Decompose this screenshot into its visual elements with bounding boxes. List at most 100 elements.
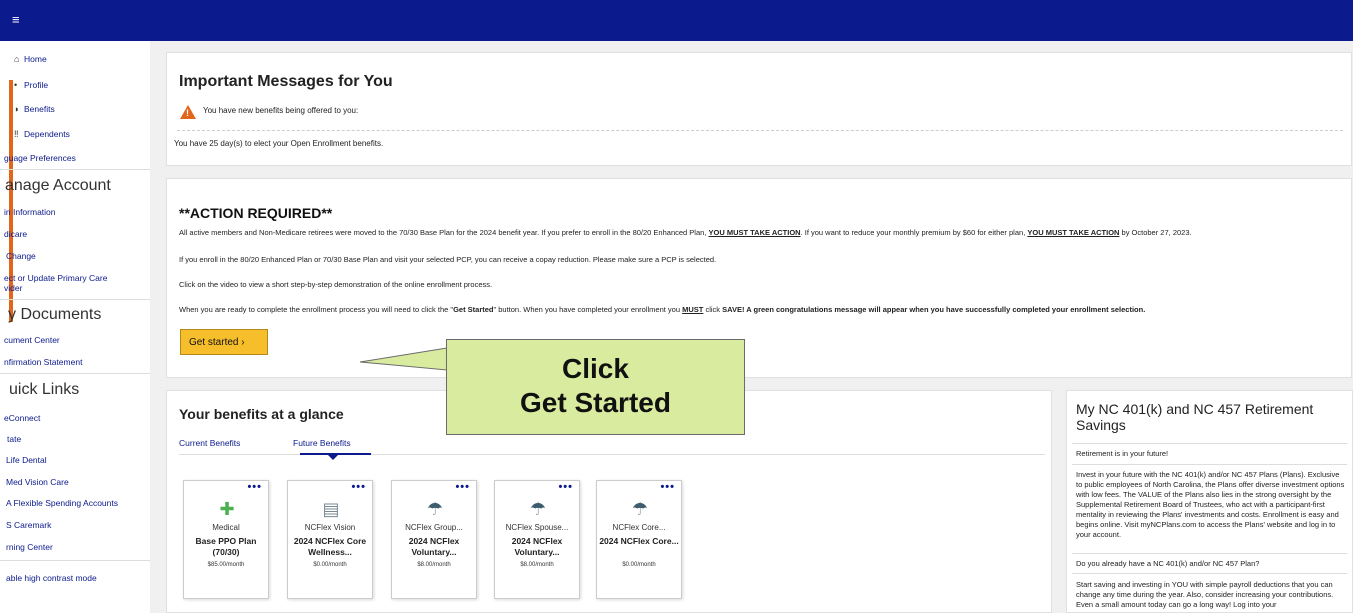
eye-chart-icon: ▤ [322, 499, 340, 519]
sidebar-item-label: Benefits [24, 104, 55, 114]
benefit-type: NCFlex Vision [304, 523, 356, 532]
quick-link-1[interactable]: eConnect [4, 413, 40, 423]
get-started-button[interactable]: Get started › [180, 329, 268, 355]
tab-future-benefits[interactable]: Future Benefits [293, 438, 351, 448]
action-required-card: **ACTION REQUIRED** All active members a… [166, 178, 1352, 378]
action-paragraph-4: When you are ready to complete the enrol… [179, 305, 1145, 314]
sidebar: ⌂ Home • Profile ◗ Benefits ‼ Dependents gua… [0, 41, 150, 613]
retirement-body: Invest in your future with the NC 401(k)… [1076, 470, 1345, 539]
umbrella-icon: ☂ [529, 499, 547, 519]
quick-link-6[interactable]: S Caremark [6, 520, 51, 530]
benefit-plan: 2024 NCFlex Core... [599, 536, 679, 546]
more-options-icon[interactable]: ••• [660, 481, 675, 493]
benefit-card-vision[interactable]: ••• ▤ NCFlex Vision 2024 NCFlex Core Wel… [287, 480, 373, 599]
benefit-plan: Base PPO Plan (70/30) [195, 536, 257, 557]
text: All active members and Non-Medicare reti… [179, 228, 709, 237]
benefit-price: $8.00/month [417, 562, 451, 568]
benefit-card-core[interactable]: ••• ☂ NCFlex Core... 2024 NCFlex Core...… [596, 480, 682, 599]
menu-icon[interactable]: ≡ [12, 12, 20, 27]
quick-link-5[interactable]: A Flexible Spending Accounts [6, 498, 118, 508]
sidebar-item-life-change[interactable]: Change [6, 251, 36, 261]
new-benefits-message: You have new benefits being offered to y… [203, 106, 359, 115]
my-documents-heading: y Documents [8, 306, 102, 323]
action-paragraph-1: All active members and Non-Medicare reti… [179, 228, 1192, 237]
callout-line-2: Get Started [520, 387, 671, 418]
retirement-title: My NC 401(k) and NC 457 Retirement Savin… [1076, 401, 1314, 433]
more-options-icon[interactable]: ••• [455, 481, 470, 493]
divider [0, 169, 150, 170]
divider [0, 560, 150, 561]
sidebar-item-select-pcp[interactable]: ect or Update Primary Care [4, 273, 107, 283]
benefit-plan: 2024 NCFlex Voluntary... [408, 536, 460, 557]
more-options-icon[interactable]: ••• [351, 481, 366, 493]
more-options-icon[interactable]: ••• [558, 481, 573, 493]
click-get-started-callout: Click Get Started [446, 339, 745, 435]
emphasis: MUST [682, 305, 704, 314]
quick-link-3[interactable]: Life Dental [6, 455, 47, 465]
benefit-price: $85.00/month [207, 562, 245, 568]
divider [1072, 464, 1347, 465]
retirement-savings-card: My NC 401(k) and NC 457 Retirement Savin… [1066, 390, 1353, 613]
sidebar-item-document-center[interactable]: cument Center [4, 335, 60, 345]
quick-links-heading: uick Links [9, 381, 80, 398]
important-messages-title: Important Messages for You [179, 73, 393, 90]
sidebar-item-confirmation-statement[interactable]: nfirmation Statement [4, 357, 82, 367]
text: When you are ready to complete the enrol… [179, 305, 454, 314]
benefit-card-spouse[interactable]: ••• ☂ NCFlex Spouse... 2024 NCFlex Volun… [494, 480, 580, 599]
callout-line-1: Click [562, 353, 629, 384]
sidebar-item-dependents[interactable]: ‼ Dependents [14, 129, 70, 139]
divider [1072, 573, 1347, 574]
text: " button. When you have completed your e… [493, 305, 683, 314]
umbrella-icon: ☂ [631, 499, 649, 519]
divider [177, 130, 1343, 131]
benefit-card-group[interactable]: ••• ☂ NCFlex Group... 2024 NCFlex Volunt… [391, 480, 477, 599]
more-options-icon[interactable]: ••• [247, 481, 262, 493]
umbrella-icon: ☂ [426, 499, 444, 519]
manage-account-heading: anage Account [5, 177, 111, 194]
action-paragraph-3: Click on the video to view a short step-… [179, 280, 493, 289]
divider [0, 299, 150, 300]
sidebar-item-profile[interactable]: • Profile [14, 80, 48, 90]
sidebar-item-label: Home [24, 54, 47, 64]
benefit-price: $0.00/month [622, 562, 656, 568]
warning-icon-mark: ! [186, 108, 189, 118]
text: click [703, 305, 723, 314]
benefit-type: Medical [212, 523, 240, 532]
emphasis: SAVE! A green congratulations message wi… [722, 305, 1146, 314]
benefit-card-medical[interactable]: ••• ✚ Medical Base PPO Plan (70/30) $85.… [183, 480, 269, 599]
tab-current-benefits[interactable]: Current Benefits [179, 438, 240, 448]
benefit-type: NCFlex Group... [405, 523, 463, 532]
sidebar-item-benefits[interactable]: ◗ Benefits [14, 104, 55, 114]
quick-link-2[interactable]: tate [7, 434, 21, 444]
retirement-body-2: Start saving and investing in YOU with s… [1076, 580, 1334, 609]
emphasis: Get Started [453, 305, 494, 314]
quick-link-4[interactable]: Med Vision Care [6, 477, 69, 487]
high-contrast-toggle[interactable]: able high contrast mode [6, 573, 97, 583]
sidebar-item-language-preferences[interactable]: guage Preferences [4, 153, 76, 163]
text: by October 27, 2023. [1119, 228, 1192, 237]
retirement-question[interactable]: Do you already have a NC 401(k) and/or N… [1076, 559, 1346, 569]
active-tab-caret [328, 455, 338, 460]
home-icon: ⌂ [14, 54, 20, 64]
divider [1072, 443, 1347, 444]
benefit-plan: 2024 NCFlex Voluntary... [511, 536, 563, 557]
sidebar-item-select-pcp-cont[interactable]: vider [4, 283, 22, 293]
sidebar-item-contact-information[interactable]: in Information [4, 207, 56, 217]
quick-link-7[interactable]: rning Center [6, 542, 53, 552]
sidebar-item-medicare[interactable]: dicare [4, 229, 27, 239]
callout-pointer [359, 347, 448, 371]
emphasis: YOU MUST TAKE ACTION [708, 228, 801, 237]
benefit-price: $0.00/month [313, 562, 347, 568]
benefits-glance-title: Your benefits at a glance [179, 406, 344, 422]
divider [1072, 553, 1347, 554]
emphasis: YOU MUST TAKE ACTION [1027, 228, 1120, 237]
benefit-plan: 2024 NCFlex Core Wellness... [293, 536, 367, 557]
user-icon: • [14, 80, 18, 90]
benefit-price: $8.00/month [520, 562, 554, 568]
sidebar-item-home[interactable]: ⌂ Home [14, 54, 47, 64]
divider [0, 373, 150, 374]
medical-cross-icon: ✚ [219, 499, 235, 519]
important-messages-card: Important Messages for You ! You have ne… [166, 52, 1352, 166]
action-paragraph-2: If you enroll in the 80/20 Enhanced Plan… [179, 255, 717, 264]
retirement-subtitle: Retirement is in your future! [1076, 449, 1169, 458]
